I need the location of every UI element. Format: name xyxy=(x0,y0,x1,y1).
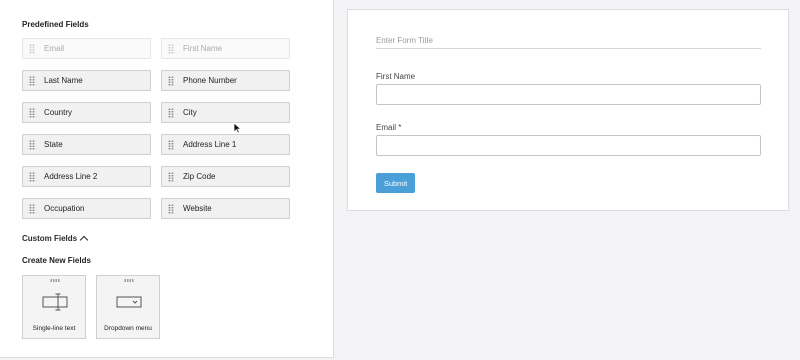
form-preview-panel: First Name Email * Submit xyxy=(347,9,789,211)
field-tile-label: City xyxy=(183,108,197,117)
field-tile-address-line-1[interactable]: Address Line 1 xyxy=(161,134,290,155)
field-tile-email: Email xyxy=(22,38,151,59)
custom-fields-label: Custom Fields xyxy=(22,234,78,243)
field-tile-last-name[interactable]: Last Name xyxy=(22,70,151,91)
drag-handle-icon xyxy=(50,279,60,282)
drag-handle-icon xyxy=(168,75,174,86)
form-title-input[interactable] xyxy=(376,32,761,49)
field-tile-occupation[interactable]: Occupation xyxy=(22,198,151,219)
drag-handle-icon xyxy=(168,43,174,54)
field-tile-country[interactable]: Country xyxy=(22,102,151,123)
field-tile-state[interactable]: State xyxy=(22,134,151,155)
drag-handle-icon xyxy=(29,171,35,182)
dropdown-icon xyxy=(116,296,142,308)
field-tile-website[interactable]: Website xyxy=(161,198,290,219)
field-tile-label: State xyxy=(44,140,63,149)
email-field[interactable] xyxy=(376,135,761,156)
field-tile-address-line-2[interactable]: Address Line 2 xyxy=(22,166,151,187)
chevron-up-icon xyxy=(79,235,89,244)
field-tile-label: Country xyxy=(44,108,73,117)
fields-panel: Predefined Fields Email First Name Last … xyxy=(0,0,334,358)
field-tile-first-name: First Name xyxy=(161,38,290,59)
field-tile-city[interactable]: City xyxy=(161,102,290,123)
field-tile-label: Zip Code xyxy=(183,172,216,181)
field-tile-label: Address Line 2 xyxy=(44,172,98,181)
field-tile-label: Last Name xyxy=(44,76,83,85)
field-tile-label: Website xyxy=(183,204,212,213)
predefined-fields-title: Predefined Fields xyxy=(22,20,89,29)
drag-handle-icon xyxy=(29,75,35,86)
drag-handle-icon xyxy=(29,139,35,150)
drag-handle-icon xyxy=(29,43,35,54)
field-tile-label: Address Line 1 xyxy=(183,140,237,149)
first-name-label: First Name xyxy=(376,72,416,81)
new-field-dropdown-menu[interactable]: Dropdown menu xyxy=(96,275,160,339)
drag-handle-icon xyxy=(168,171,174,182)
custom-fields-toggle[interactable]: Custom Fields xyxy=(22,234,89,244)
create-new-fields-title: Create New Fields xyxy=(22,256,91,265)
new-field-single-line-text[interactable]: Single-line text xyxy=(22,275,86,339)
field-tile-zip-code[interactable]: Zip Code xyxy=(161,166,290,187)
drag-handle-icon xyxy=(29,203,35,214)
new-field-label: Single-line text xyxy=(32,325,76,332)
drag-handle-icon xyxy=(29,107,35,118)
drag-handle-icon xyxy=(168,107,174,118)
new-field-label: Dropdown menu xyxy=(104,325,152,332)
submit-button[interactable]: Submit xyxy=(376,173,415,193)
field-tile-label: Occupation xyxy=(44,204,85,213)
field-tile-label: Phone Number xyxy=(183,76,237,85)
drag-handle-icon xyxy=(168,203,174,214)
field-tile-phone-number[interactable]: Phone Number xyxy=(161,70,290,91)
drag-handle-icon xyxy=(168,139,174,150)
mouse-cursor-icon xyxy=(233,122,243,134)
drag-handle-icon xyxy=(124,279,134,282)
field-tile-label: First Name xyxy=(183,44,223,53)
text-input-icon xyxy=(42,293,68,311)
field-tile-label: Email xyxy=(44,44,65,53)
email-label: Email * xyxy=(376,123,402,132)
first-name-field[interactable] xyxy=(376,84,761,105)
